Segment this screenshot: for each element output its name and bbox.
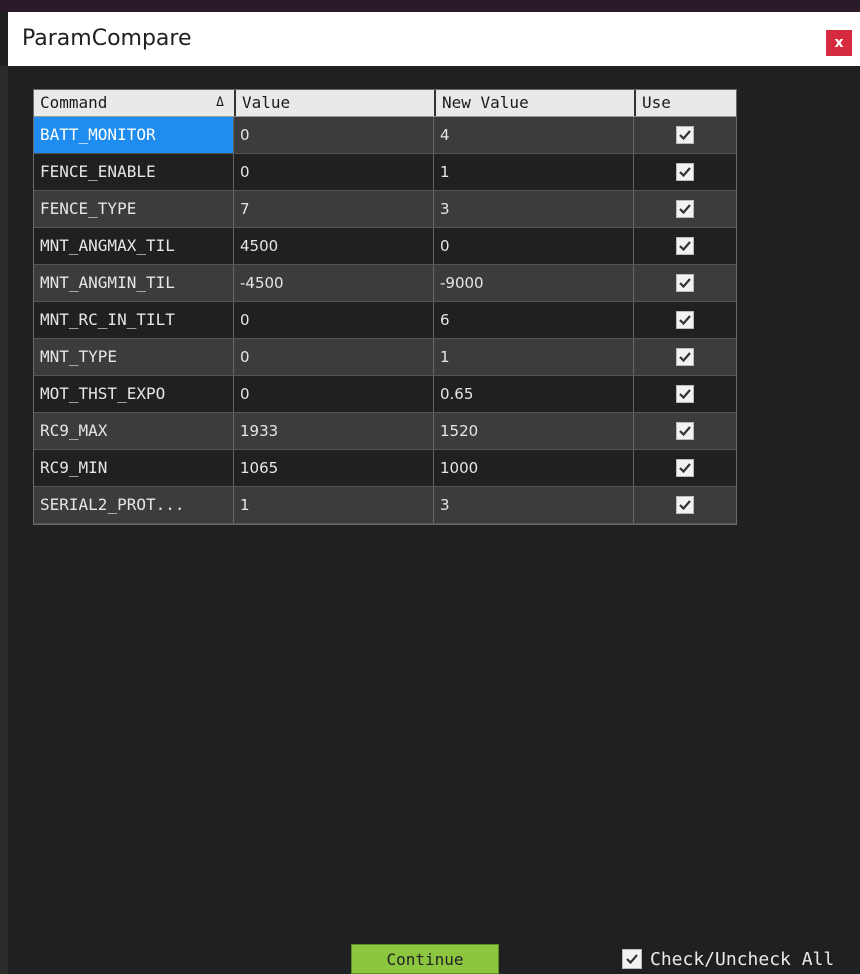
checkmark-icon [679,389,691,400]
top-strip [0,0,860,12]
cell-new-value[interactable]: 1520 [434,413,634,449]
use-checkbox[interactable] [676,496,694,514]
cell-value[interactable]: 7 [234,191,434,227]
cell-command[interactable]: MNT_RC_IN_TILT [34,302,234,338]
checkmark-icon [679,352,691,363]
table-row[interactable]: MNT_ANGMIN_TIL -4500 -9000 [34,265,736,302]
cell-value[interactable]: 0 [234,302,434,338]
cell-new-value[interactable]: -9000 [434,265,634,301]
cell-command[interactable]: RC9_MIN [34,450,234,486]
cell-use [634,191,736,227]
grid-header: Command Δ Value New Value Use [34,90,736,117]
cell-new-value[interactable]: 1 [434,154,634,190]
checkmark-icon [679,500,691,511]
header-command[interactable]: Command Δ [34,90,234,116]
cell-new-value[interactable]: 3 [434,191,634,227]
cell-use [634,154,736,190]
cell-use [634,413,736,449]
cell-value[interactable]: 0 [234,117,434,153]
table-row[interactable]: FENCE_TYPE 7 3 [34,191,736,228]
use-checkbox[interactable] [676,126,694,144]
cell-use [634,265,736,301]
cell-new-value[interactable]: 1 [434,339,634,375]
table-row[interactable]: MNT_TYPE 0 1 [34,339,736,376]
table-row[interactable]: RC9_MIN 1065 1000 [34,450,736,487]
cell-new-value[interactable]: 1000 [434,450,634,486]
param-grid: Command Δ Value New Value Use BATT_MONIT… [33,89,737,525]
use-checkbox[interactable] [676,459,694,477]
cell-command[interactable]: RC9_MAX [34,413,234,449]
cell-use [634,487,736,523]
cell-new-value[interactable]: 3 [434,487,634,523]
checkmark-icon [679,204,691,215]
table-row[interactable]: MNT_ANGMAX_TIL 4500 0 [34,228,736,265]
cell-command[interactable]: MNT_ANGMIN_TIL [34,265,234,301]
title-bar[interactable]: ParamCompare x [8,12,860,66]
continue-button[interactable]: Continue [351,944,499,974]
check-all-label: Check/Uncheck All [650,948,835,970]
cell-value[interactable]: 4500 [234,228,434,264]
cell-command[interactable]: MNT_TYPE [34,339,234,375]
checkmark-icon [679,167,691,178]
cell-command[interactable]: MOT_THST_EXPO [34,376,234,412]
table-row[interactable]: MOT_THST_EXPO 0 0.65 [34,376,736,413]
table-row[interactable]: MNT_RC_IN_TILT 0 6 [34,302,736,339]
cell-use [634,302,736,338]
cell-command[interactable]: SERIAL2_PROT... [34,487,234,523]
cell-new-value[interactable]: 0 [434,228,634,264]
use-checkbox[interactable] [676,200,694,218]
use-checkbox[interactable] [676,237,694,255]
use-checkbox[interactable] [676,163,694,181]
table-row[interactable]: FENCE_ENABLE 0 1 [34,154,736,191]
cell-new-value[interactable]: 4 [434,117,634,153]
header-value[interactable]: Value [234,90,434,116]
checkmark-icon [679,426,691,437]
cell-command[interactable]: MNT_ANGMAX_TIL [34,228,234,264]
checkmark-icon [679,463,691,474]
cell-command[interactable]: FENCE_ENABLE [34,154,234,190]
checkmark-icon [679,130,691,141]
cell-value[interactable]: 0 [234,154,434,190]
cell-use [634,376,736,412]
cell-command[interactable]: FENCE_TYPE [34,191,234,227]
sort-indicator-icon: Δ [216,95,224,110]
cell-use [634,117,736,153]
grid-body: BATT_MONITOR 0 4 FENCE_ENABLE 0 1 FENCE_TYPE 7 3… [34,117,736,524]
use-checkbox[interactable] [676,422,694,440]
use-checkbox[interactable] [676,311,694,329]
window-title: ParamCompare [22,26,192,51]
checkmark-icon [626,954,638,965]
cell-use [634,339,736,375]
use-checkbox[interactable] [676,274,694,292]
check-uncheck-all[interactable]: Check/Uncheck All [622,944,834,974]
cell-value[interactable]: 1 [234,487,434,523]
table-row[interactable]: SERIAL2_PROT... 1 3 [34,487,736,524]
cell-use [634,450,736,486]
cell-value[interactable]: 1065 [234,450,434,486]
cell-value[interactable]: 1933 [234,413,434,449]
use-checkbox[interactable] [676,348,694,366]
table-row[interactable]: BATT_MONITOR 0 4 [34,117,736,154]
cell-value[interactable]: 0 [234,339,434,375]
cell-value[interactable]: -4500 [234,265,434,301]
checkmark-icon [679,241,691,252]
header-new-value[interactable]: New Value [434,90,634,116]
close-icon: x [834,35,844,51]
checkmark-icon [679,315,691,326]
checkmark-icon [679,278,691,289]
check-all-checkbox[interactable] [622,949,642,969]
cell-new-value[interactable]: 0.65 [434,376,634,412]
cell-command[interactable]: BATT_MONITOR [34,117,234,153]
use-checkbox[interactable] [676,385,694,403]
header-command-label: Command [40,93,108,112]
cell-use [634,228,736,264]
header-use[interactable]: Use [634,90,736,116]
table-row[interactable]: RC9_MAX 1933 1520 [34,413,736,450]
cell-new-value[interactable]: 6 [434,302,634,338]
cell-value[interactable]: 0 [234,376,434,412]
left-edge [0,66,8,974]
close-button[interactable]: x [826,30,852,56]
